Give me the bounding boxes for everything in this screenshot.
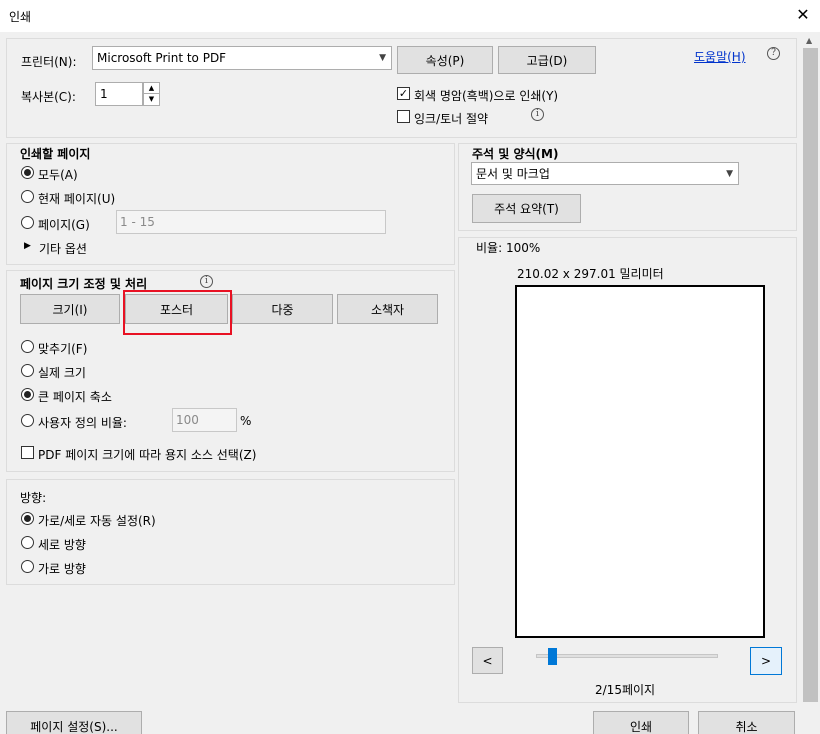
pages-range-label: 페이지(G) <box>38 218 90 232</box>
shrink-radio[interactable] <box>21 388 34 401</box>
cancel-button[interactable]: 취소 <box>698 711 795 734</box>
stepper-down-icon[interactable]: ▼ <box>144 94 159 105</box>
paper-source-label: PDF 페이지 크기에 따라 용지 소스 선택(Z) <box>38 448 257 462</box>
actual-size-radio[interactable] <box>21 364 34 377</box>
more-options-label[interactable]: 기타 옵션 <box>39 240 87 257</box>
tab-size[interactable]: 크기(I) <box>20 294 120 324</box>
copies-stepper[interactable]: ▲ ▼ <box>143 82 160 106</box>
stepper-up-icon[interactable]: ▲ <box>144 83 159 94</box>
chevron-down-icon: ▼ <box>379 53 386 63</box>
prev-page-button[interactable]: < <box>472 647 503 674</box>
print-button[interactable]: 인쇄 <box>593 711 689 734</box>
advanced-button[interactable]: 고급(D) <box>498 46 596 74</box>
scrollbar-thumb[interactable] <box>803 48 818 702</box>
page-slider-track[interactable] <box>536 654 718 658</box>
page-indicator: 2/15페이지 <box>595 683 656 697</box>
percent-sign: % <box>240 414 252 428</box>
save-ink-checkbox[interactable] <box>397 110 410 123</box>
help-question-icon[interactable]: ? <box>767 47 780 60</box>
chevron-down-icon: ▼ <box>726 168 733 179</box>
scroll-up-icon[interactable]: ▲ <box>806 36 812 45</box>
save-ink-label: 잉크/토너 절약 <box>414 112 489 126</box>
all-pages-label: 모두(A) <box>38 168 78 182</box>
printer-label: 프린터(N): <box>21 55 77 69</box>
page-slider-thumb[interactable] <box>548 648 558 665</box>
paper-source-checkbox[interactable] <box>21 446 34 459</box>
page-preview <box>515 285 765 638</box>
landscape-radio[interactable] <box>21 560 34 573</box>
page-setup-button[interactable]: 페이지 설정(S)... <box>6 711 142 734</box>
custom-scale-label: 사용자 정의 비율: <box>38 416 127 430</box>
current-page-label: 현재 페이지(U) <box>38 192 116 206</box>
printer-select-value: Microsoft Print to PDF <box>97 51 227 65</box>
next-page-button[interactable]: > <box>750 647 782 675</box>
fit-label: 맞추기(F) <box>38 342 88 356</box>
comments-heading: 주석 및 양식(M) <box>472 147 559 161</box>
printer-select[interactable]: Microsoft Print to PDF ▼ <box>92 46 392 70</box>
comments-select-value: 문서 및 마크업 <box>476 167 550 181</box>
copies-input[interactable]: 1 <box>95 82 143 106</box>
pages-heading: 인쇄할 페이지 <box>20 147 91 161</box>
info-icon[interactable]: i <box>200 275 213 288</box>
orientation-heading: 방향: <box>20 491 47 505</box>
help-link[interactable]: 도움말(H) <box>694 48 746 65</box>
copies-value: 1 <box>100 87 108 101</box>
shrink-label: 큰 페이지 축소 <box>38 390 112 404</box>
close-icon[interactable]: ✕ <box>795 6 811 24</box>
grayscale-label: 회색 명암(흑백)으로 인쇄(Y) <box>414 89 559 103</box>
portrait-label: 세로 방향 <box>38 538 86 552</box>
summarize-comments-button[interactable]: 주석 요약(T) <box>472 194 581 223</box>
all-pages-radio[interactable] <box>21 166 34 179</box>
landscape-label: 가로 방향 <box>38 562 86 576</box>
window-title: 인쇄 <box>9 10 32 24</box>
title-bar <box>0 0 820 32</box>
preview-dimensions: 210.02 x 297.01 밀리미터 <box>517 267 664 281</box>
copies-label: 복사본(C): <box>21 90 76 104</box>
actual-size-label: 실제 크기 <box>38 366 86 380</box>
checkmark-icon: ✓ <box>398 87 409 100</box>
pages-range-input[interactable]: 1 - 15 <box>116 210 386 234</box>
tab-booklet[interactable]: 소책자 <box>337 294 438 324</box>
current-page-radio[interactable] <box>21 190 34 203</box>
custom-scale-radio[interactable] <box>21 414 34 427</box>
tab-multiple[interactable]: 다중 <box>232 294 333 324</box>
info-icon[interactable]: i <box>531 108 544 121</box>
grayscale-checkbox[interactable]: ✓ <box>397 87 410 100</box>
auto-orientation-label: 가로/세로 자동 설정(R) <box>38 514 156 528</box>
auto-orientation-radio[interactable] <box>21 512 34 525</box>
fit-radio[interactable] <box>21 340 34 353</box>
preview-scale: 비율: 100% <box>476 241 541 255</box>
portrait-radio[interactable] <box>21 536 34 549</box>
expand-triangle-icon[interactable]: ▶ <box>24 241 31 251</box>
pages-range-radio[interactable] <box>21 216 34 229</box>
custom-scale-input[interactable]: 100 <box>172 408 237 432</box>
poster-highlight-box <box>123 290 232 335</box>
comments-select[interactable]: 문서 및 마크업 ▼ <box>471 162 739 185</box>
properties-button[interactable]: 속성(P) <box>397 46 493 74</box>
